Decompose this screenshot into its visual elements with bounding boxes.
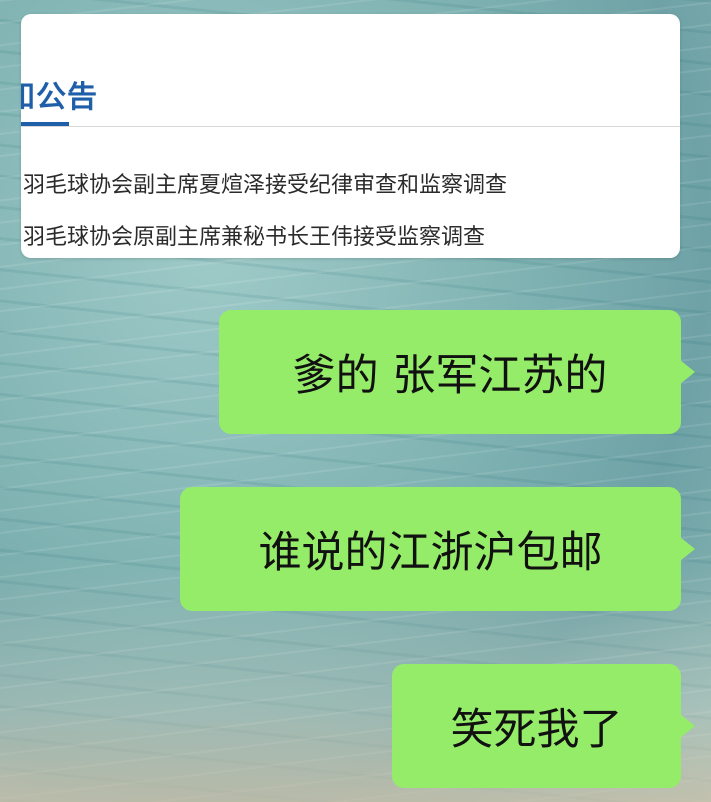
message-bubble[interactable]: 笑死我了 — [392, 664, 695, 788]
message-text: 谁说的江浙沪包邮 — [258, 528, 603, 578]
card-title: 知公告 — [21, 80, 98, 115]
message-text: 笑死我了 — [450, 705, 623, 755]
message-text: 爹的 张军江苏的 — [292, 351, 608, 401]
message-bubble[interactable]: 爹的 张军江苏的 — [219, 310, 695, 434]
message-bubble[interactable]: 谁说的江浙沪包邮 — [180, 487, 695, 611]
divider — [21, 126, 680, 127]
bubble-tail — [680, 360, 695, 384]
news-item[interactable]: 羽毛球协会原副主席兼秘书长王伟接受监察调查 — [23, 219, 485, 251]
news-item[interactable]: 羽毛球协会副主席夏煊泽接受纪律审查和监察调查 — [23, 167, 507, 199]
bubble-tail — [680, 537, 695, 561]
bubble-tail — [680, 714, 695, 738]
news-card[interactable]: 知公告 羽毛球协会副主席夏煊泽接受纪律审查和监察调查 羽毛球协会原副主席兼秘书长… — [21, 14, 680, 258]
